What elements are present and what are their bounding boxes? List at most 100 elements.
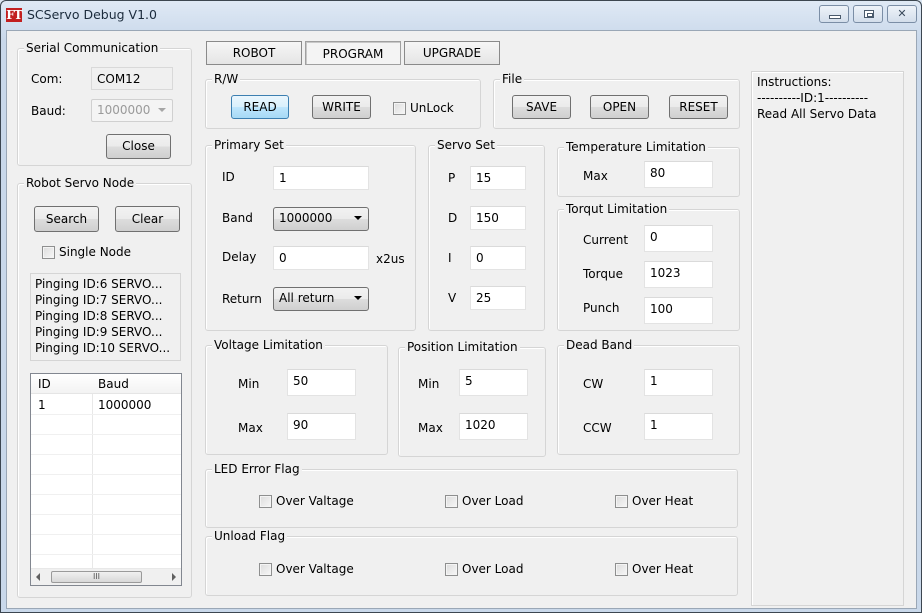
search-button[interactable]: Search <box>34 206 99 232</box>
d-field[interactable]: 150 <box>470 206 526 230</box>
app-logo-icon: FT <box>6 8 23 22</box>
single-node-checkbox[interactable]: Single Node <box>42 245 131 259</box>
unload-over-voltage-checkbox[interactable]: Over Valtage <box>259 562 354 576</box>
group-title: LED Error Flag <box>212 461 302 477</box>
return-select[interactable]: All return <box>273 287 369 311</box>
unlock-checkbox[interactable]: UnLock <box>393 101 454 115</box>
empty-row <box>31 515 181 535</box>
group-title: Serial Communication <box>24 40 161 56</box>
ccw-field[interactable]: 1 <box>644 413 713 440</box>
file-group: File SAVE OPEN RESET <box>493 71 740 129</box>
checkbox-icon <box>615 494 628 508</box>
voltage-min-field[interactable]: 50 <box>287 369 356 396</box>
table-row[interactable]: 1 1000000 <box>31 395 181 415</box>
column-header-baud[interactable]: Baud <box>98 374 129 394</box>
log-line: Pinging ID:7 SERVO... <box>35 293 163 307</box>
instructions-panel[interactable]: Instructions: ----------ID:1---------- R… <box>751 71 904 606</box>
position-max-field[interactable]: 1020 <box>459 413 528 440</box>
unlock-label: UnLock <box>410 101 454 115</box>
column-header-id[interactable]: ID <box>38 374 51 394</box>
cell-baud: 1000000 <box>98 398 152 412</box>
tab-upgrade[interactable]: UPGRADE <box>404 41 500 65</box>
close-port-button[interactable]: Close <box>106 134 171 159</box>
save-button[interactable]: SAVE <box>512 95 571 119</box>
maximize-icon <box>864 10 874 18</box>
group-title: Voltage Limitation <box>212 337 325 353</box>
unload-over-heat-checkbox[interactable]: Over Heat <box>615 562 693 576</box>
position-min-field[interactable]: 5 <box>459 369 528 396</box>
chevron-down-icon <box>354 216 362 220</box>
group-title: File <box>500 71 525 87</box>
cell-id: 1 <box>38 398 46 412</box>
ping-log[interactable]: Pinging ID:6 SERVO... Pinging ID:7 SERVO… <box>30 273 181 361</box>
tab-robot[interactable]: ROBOT <box>206 41 302 65</box>
primary-set-group: Primary Set ID 1 Band 1000000 Delay 0 x2… <box>205 137 416 331</box>
scroll-thumb[interactable]: III <box>51 571 142 583</box>
voltage-min-label: Min <box>238 377 260 391</box>
group-title: Unload Flag <box>212 528 288 544</box>
checkbox-icon <box>615 562 628 576</box>
dead-band-group: Dead Band CW 1 CCW 1 <box>557 337 740 455</box>
read-button[interactable]: READ <box>231 95 289 119</box>
servo-set-group: Servo Set P 15 D 150 I 0 V 25 <box>428 137 545 331</box>
write-button[interactable]: WRITE <box>312 95 371 119</box>
group-title: Torqut Limitation <box>564 201 670 217</box>
com-field[interactable]: COM12 <box>91 67 173 90</box>
horizontal-scrollbar[interactable]: III <box>31 568 181 585</box>
id-field[interactable]: 1 <box>273 166 369 190</box>
checkbox-label: Over Heat <box>632 494 694 508</box>
group-title: Primary Set <box>212 137 286 153</box>
title-bar[interactable]: FT SCServo Debug V1.0 ✕ <box>1 1 921 29</box>
checkbox-icon <box>259 562 272 576</box>
minimize-icon <box>829 15 841 19</box>
close-icon: ✕ <box>897 7 907 20</box>
band-select[interactable]: 1000000 <box>273 207 369 231</box>
v-label: V <box>448 291 457 305</box>
reset-button[interactable]: RESET <box>669 95 728 119</box>
p-label: P <box>448 171 456 185</box>
id-label: ID <box>222 170 235 184</box>
led-over-voltage-checkbox[interactable]: Over Valtage <box>259 494 354 508</box>
empty-row <box>31 415 181 435</box>
group-title: Robot Servo Node <box>24 175 137 191</box>
cw-field[interactable]: 1 <box>644 369 713 396</box>
voltage-max-label: Max <box>238 421 263 435</box>
torque-field[interactable]: 1023 <box>644 261 713 288</box>
instructions-line: Read All Servo Data <box>757 107 877 121</box>
temp-max-field[interactable]: 80 <box>644 161 713 188</box>
scroll-left-icon[interactable] <box>36 573 40 581</box>
torque-limitation-group: Torqut Limitation Current 0 Torque 1023 … <box>557 201 740 331</box>
checkbox-label: Over Load <box>462 562 524 576</box>
delay-label: Delay <box>222 250 257 264</box>
scroll-right-icon[interactable] <box>172 573 176 581</box>
led-over-load-checkbox[interactable]: Over Load <box>445 494 523 508</box>
return-label: Return <box>222 292 262 306</box>
punch-field[interactable]: 100 <box>644 297 713 324</box>
close-window-button[interactable]: ✕ <box>887 5 917 23</box>
tab-program[interactable]: PROGRAM <box>305 41 401 65</box>
empty-row <box>31 475 181 495</box>
p-field[interactable]: 15 <box>470 166 526 190</box>
com-label: Com: <box>31 72 63 86</box>
log-line: Pinging ID:8 SERVO... <box>35 309 163 323</box>
window-title: SCServo Debug V1.0 <box>27 7 157 22</box>
delay-field[interactable]: 0 <box>273 246 369 270</box>
i-field[interactable]: 0 <box>470 246 526 270</box>
baud-select[interactable]: 1000000 <box>91 99 173 122</box>
maximize-button[interactable] <box>853 5 883 23</box>
clear-button[interactable]: Clear <box>115 206 180 232</box>
minimize-button[interactable] <box>819 5 849 23</box>
voltage-max-field[interactable]: 90 <box>287 413 356 440</box>
open-button[interactable]: OPEN <box>590 95 649 119</box>
unload-over-load-checkbox[interactable]: Over Load <box>445 562 523 576</box>
checkbox-icon <box>393 101 406 115</box>
servo-table[interactable]: ID Baud 1 1000000 III <box>30 373 182 586</box>
app-window: FT SCServo Debug V1.0 ✕ Serial Communica… <box>0 0 922 613</box>
led-over-heat-checkbox[interactable]: Over Heat <box>615 494 693 508</box>
current-field[interactable]: 0 <box>644 225 713 252</box>
ccw-label: CCW <box>583 421 612 435</box>
i-label: I <box>448 251 452 265</box>
robot-servo-node-group: Robot Servo Node Search Clear Single Nod… <box>17 175 192 598</box>
checkbox-label: Over Load <box>462 494 524 508</box>
v-field[interactable]: 25 <box>470 286 526 310</box>
